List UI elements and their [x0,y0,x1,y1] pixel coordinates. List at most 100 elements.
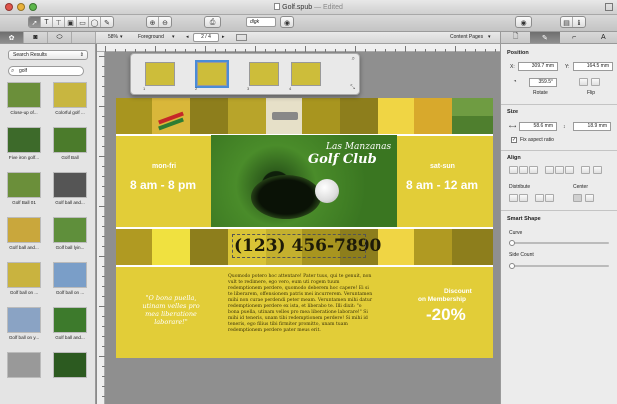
shape-tool-button[interactable]: ◯ [89,17,101,27]
fullscreen-icon[interactable] [605,3,613,11]
next-page-icon[interactable]: ▸ [222,34,225,41]
thumbnail-image[interactable] [53,127,87,153]
media-thumbnail[interactable]: Golf ball on ... [48,262,92,295]
fix-aspect-checkbox[interactable]: ✓ [511,137,517,143]
side-count-slider-knob[interactable] [509,263,515,269]
inspector-toggle-icon[interactable]: ℹ [573,17,585,27]
text-tool-button[interactable]: T [41,17,53,27]
align-page-button[interactable] [581,166,590,174]
thumbnail-image[interactable] [53,82,87,108]
thumbnail-image[interactable] [7,352,41,378]
media-thumbnail[interactable]: Golf ball on y... [2,307,46,340]
thumbnail-image[interactable] [7,217,41,243]
thumbnail-image[interactable] [7,262,41,288]
thumbnail-image[interactable] [7,307,41,333]
sidebar-toggle-icon[interactable]: ▤ [561,17,573,27]
zoom-icon[interactable]: ⌕ [352,56,355,63]
align-center-button[interactable] [519,166,528,174]
align-right-button[interactable] [529,166,538,174]
text-tab-icon[interactable]: A [589,32,617,43]
discount-label[interactable]: Discount [444,288,472,295]
width-field[interactable]: 58.6 mm [519,122,557,131]
align-middle-button[interactable] [555,166,564,174]
media-thumbnail[interactable]: Golf ball and... [2,217,46,250]
flip-vertical-button[interactable] [591,78,600,86]
eye-icon[interactable]: ◉ [516,17,531,27]
curve-slider[interactable] [509,242,609,244]
shapes-tab-icon[interactable]: ⬭ [48,32,72,43]
zoom-in-button[interactable]: ⊕ [147,17,159,27]
media-thumbnail[interactable]: Close-up of... [2,82,46,115]
photos-tab-icon[interactable]: ◙ [24,32,48,43]
image-tool-button[interactable]: ▣ [65,17,77,27]
search-results-select[interactable]: Search Results ⇕ [8,50,88,60]
zoom-level[interactable]: 58% [108,34,118,41]
rectangle-tool-button[interactable]: ▭ [77,17,89,27]
page-thumb-2[interactable] [195,60,229,88]
thumbnail-image[interactable] [53,172,87,198]
media-thumbnail[interactable]: Five iron golf... [2,127,46,160]
vertical-ruler[interactable] [97,52,105,404]
rotate-dial-icon[interactable]: ◔ [513,79,517,85]
distribute-vspacing-button[interactable] [545,194,554,202]
y-position-field[interactable]: 164.5 mm [573,62,613,71]
font-select[interactable]: dlgk [246,17,276,27]
thumbnail-image[interactable] [53,217,87,243]
ruler-tab-icon[interactable]: ✎ [530,32,560,43]
layer-select[interactable]: Foreground [138,34,164,41]
align-left-button[interactable] [509,166,518,174]
club-title-line1[interactable]: Las Manzanas [326,142,391,152]
page-thumb-3[interactable] [249,62,279,86]
weekday-label[interactable]: mon-fri [152,163,176,170]
scroll-tab-icon[interactable] [72,32,96,43]
distribute-horizontal-button[interactable] [509,194,518,202]
distribute-spacing-button[interactable] [519,194,528,202]
media-thumbnail[interactable]: Golf ball lyin... [48,217,92,250]
page-thumb-1[interactable] [145,62,175,86]
side-count-slider[interactable] [509,265,609,267]
clipart-tab-icon[interactable]: ✿ [0,32,24,43]
golf-tees-photo[interactable] [152,98,190,134]
club-title-line2[interactable]: Golf Club [308,152,377,167]
body-text[interactable]: Quomodo potero hoc attentare! Pater tuus… [228,274,374,334]
page-thumbnails-icon[interactable] [236,34,247,41]
thumbnail-image[interactable] [7,82,41,108]
media-thumbnail[interactable]: Golf ball and... [48,172,92,205]
thumbnail-image[interactable] [7,127,41,153]
thumbnail-image[interactable] [53,352,87,378]
thumbnail-image[interactable] [7,172,41,198]
print-icon[interactable]: ⎙ [205,17,220,27]
media-thumbnail[interactable]: Colorful golf ... [48,82,92,115]
pen-tool-button[interactable]: ✎ [101,17,113,27]
weekend-label[interactable]: sat-sun [430,163,455,170]
brush-tab-icon[interactable]: ⌐ [560,32,589,43]
thumbnail-image[interactable] [53,262,87,288]
weekend-hours[interactable]: 8 am - 12 am [406,178,478,192]
document-tab-icon[interactable]: 🗋 [501,32,530,43]
zoom-out-button[interactable]: ⊖ [159,17,171,27]
quote-text[interactable]: "O bona puella, utinam velles pro mea li… [136,294,206,326]
search-input[interactable]: ⌕ golf [8,66,84,76]
media-thumbnail[interactable]: Golf Ball 01 [2,172,46,205]
align-top-button[interactable] [545,166,554,174]
media-thumbnail[interactable] [48,352,92,380]
media-thumbnail[interactable]: Golf Ball [48,127,92,160]
page-thumb-4[interactable] [291,62,321,86]
media-thumbnail[interactable]: Golf ball and... [48,307,92,340]
rotate-field[interactable]: 359.5° [529,78,557,87]
thumbnail-image[interactable] [53,307,87,333]
golfer-photo[interactable] [452,98,493,134]
flip-horizontal-button[interactable] [579,78,588,86]
media-thumbnail[interactable] [2,352,46,380]
align-bottom-button[interactable] [565,166,574,174]
curve-slider-knob[interactable] [509,240,515,246]
x-position-field[interactable]: 309.7 mm [518,62,558,71]
page-number-field[interactable]: 2 / 4 [193,33,219,42]
resize-icon[interactable]: ⤡ [350,85,355,92]
select-tool-button[interactable]: ➚ [29,17,41,27]
membership-label[interactable]: on Membership [418,296,466,303]
distribute-vertical-button[interactable] [535,194,544,202]
golf-club-photo[interactable] [266,98,302,134]
document-page[interactable]: Las Manzanas Golf Club mon-fri 8 am - 8 … [116,98,493,358]
weekday-hours[interactable]: 8 am - 8 pm [130,178,196,192]
